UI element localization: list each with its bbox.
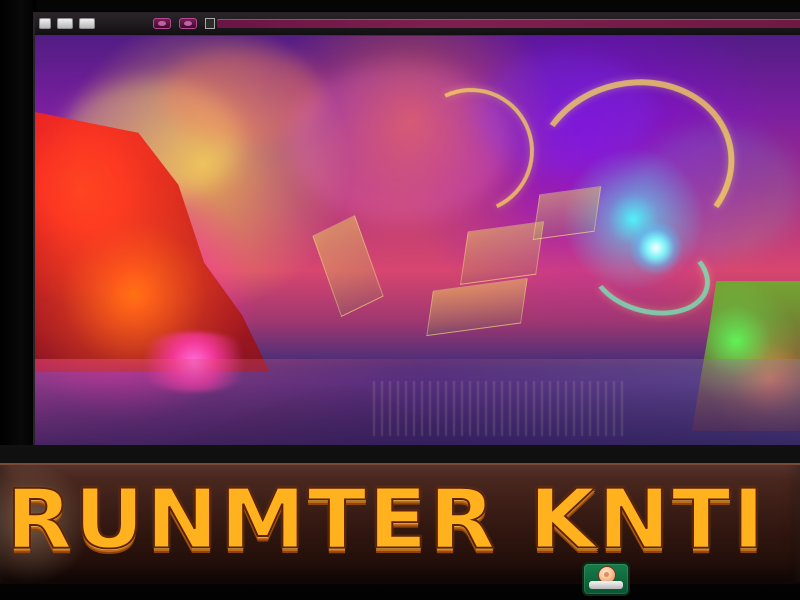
- stop-icon[interactable]: [205, 18, 215, 29]
- window-icon[interactable]: [79, 18, 95, 29]
- window-titlebar: [35, 14, 800, 36]
- game-window: [33, 12, 800, 464]
- titlebar-left-controls: [39, 18, 95, 30]
- folder-icon[interactable]: [57, 18, 73, 29]
- titlebar-accent-bar: [217, 19, 800, 28]
- ruin-block: [312, 215, 384, 317]
- game-scene: [35, 36, 800, 462]
- game-screen: RUNMTER KNTI: [0, 0, 800, 600]
- ruin-block: [426, 277, 528, 337]
- start-button[interactable]: [582, 562, 630, 596]
- ruin-block: [459, 221, 545, 285]
- record-icon[interactable]: [153, 18, 171, 29]
- record-icon[interactable]: [179, 18, 197, 29]
- titlebar-mid-controls: [153, 18, 215, 29]
- water-reflection: [373, 381, 623, 436]
- game-title: RUNMTER KNTI: [5, 472, 767, 568]
- start-icon: [599, 567, 615, 583]
- ruin-block: [532, 186, 602, 240]
- window-icon[interactable]: [39, 18, 51, 29]
